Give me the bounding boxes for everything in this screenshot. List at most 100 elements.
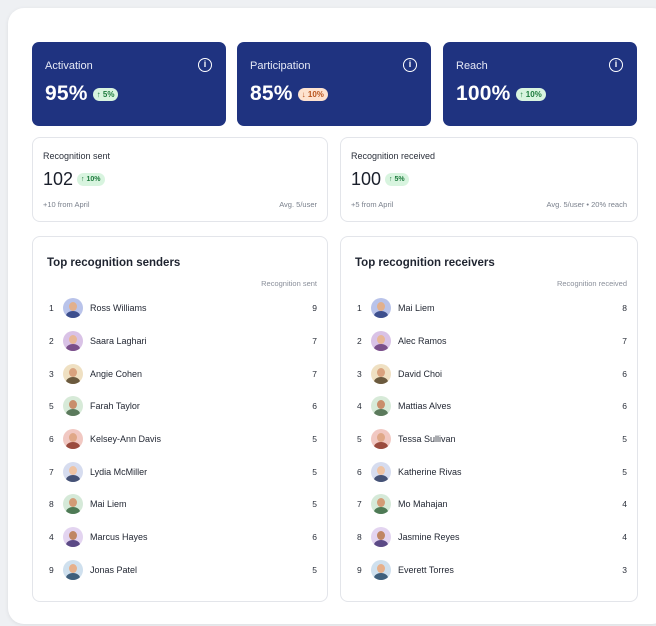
list-item[interactable]: 8 Mai Liem 5	[33, 488, 327, 521]
senders-list: 1 Ross Williams 9 2 Saara Laghari 7 3 Angie Coh…	[33, 292, 327, 586]
list-item[interactable]: 9 Jonas Patel 5	[33, 554, 327, 587]
avatar	[371, 363, 391, 384]
recognition-count: 6	[622, 401, 627, 412]
kpi-card-reach: Reach i 100% ↑ 10%	[443, 42, 637, 126]
stat-comparison: +5 from April	[351, 200, 394, 209]
rank-number: 2	[357, 336, 362, 347]
list-item[interactable]: 2 Alec Ramos 7	[341, 325, 637, 358]
person-name[interactable]: Saara Laghari	[90, 336, 312, 346]
list-item[interactable]: 6 Katherine Rivas 5	[341, 455, 637, 488]
rank-number: 9	[357, 564, 362, 575]
rank-number: 6	[357, 466, 362, 477]
top-receivers-card: Top recognition receivers Recognition re…	[340, 236, 638, 602]
person-name[interactable]: Jonas Patel	[90, 565, 312, 575]
kpi-value: 95%	[45, 82, 88, 105]
recognition-count: 7	[312, 336, 317, 347]
stat-average: Avg. 5/user	[279, 200, 317, 209]
trend-badge: ↑ 5%	[92, 87, 119, 101]
person-name[interactable]: Mai Liem	[398, 303, 622, 313]
list-item[interactable]: 3 Angie Cohen 7	[33, 357, 327, 390]
stat-average: Avg. 5/user • 20% reach	[546, 200, 627, 209]
stat-comparison: +10 from April	[43, 200, 90, 209]
list-item[interactable]: 8 Jasmine Reyes 4	[341, 521, 637, 554]
avatar	[371, 527, 391, 548]
person-name[interactable]: Alec Ramos	[398, 336, 622, 346]
avatar	[371, 429, 391, 450]
avatar	[63, 494, 83, 515]
person-name[interactable]: Everett Torres	[398, 565, 622, 575]
rank-number: 3	[357, 368, 362, 379]
list-item[interactable]: 1 Mai Liem 8	[341, 292, 637, 325]
person-name[interactable]: Mattias Alves	[398, 401, 622, 411]
kpi-value: 100%	[456, 82, 511, 105]
person-name[interactable]: David Choi	[398, 369, 622, 379]
person-name[interactable]: Tessa Sullivan	[398, 434, 622, 444]
person-name[interactable]: Ross Williams	[90, 303, 312, 313]
list-item[interactable]: 9 Everett Torres 3	[341, 554, 637, 587]
kpi-card-participation: Participation i 85% ↓ 10%	[237, 42, 431, 126]
person-name[interactable]: Lydia McMiller	[90, 467, 312, 477]
stat-value: 102	[43, 169, 74, 189]
info-icon[interactable]: i	[403, 58, 417, 72]
person-name[interactable]: Marcus Hayes	[90, 532, 312, 542]
list-title: Top recognition receivers	[355, 257, 495, 269]
recognition-count: 5	[312, 499, 317, 510]
list-item[interactable]: 7 Lydia McMiller 5	[33, 455, 327, 488]
avatar	[371, 461, 391, 482]
top-senders-card: Top recognition senders Recognition sent…	[32, 236, 328, 602]
rank-number: 5	[357, 434, 362, 445]
person-name[interactable]: Mo Mahajan	[398, 499, 622, 509]
rank-number: 2	[49, 336, 54, 347]
avatar	[63, 331, 83, 352]
list-item[interactable]: 2 Saara Laghari 7	[33, 325, 327, 358]
avatar	[63, 363, 83, 384]
rank-number: 7	[357, 499, 362, 510]
avatar	[371, 298, 391, 319]
recognition-count: 4	[622, 499, 627, 510]
recognition-count: 7	[312, 368, 317, 379]
kpi-label: Participation	[250, 60, 311, 72]
list-title: Top recognition senders	[47, 257, 181, 269]
trend-badge: ↑ 10%	[515, 87, 546, 101]
rank-number: 9	[49, 564, 54, 575]
stat-card-recognition-received: Recognition received 100 ↑ 5% +5 from Ap…	[340, 137, 638, 222]
avatar	[63, 396, 83, 417]
rank-number: 8	[49, 499, 54, 510]
recognition-count: 3	[622, 564, 627, 575]
person-name[interactable]: Farah Taylor	[90, 401, 312, 411]
trend-badge: ↑ 5%	[385, 173, 409, 186]
list-item[interactable]: 6 Kelsey-Ann Davis 5	[33, 423, 327, 456]
stat-card-recognition-sent: Recognition sent 102 ↑ 10% +10 from Apri…	[32, 137, 328, 222]
recognition-count: 5	[312, 564, 317, 575]
recognition-count: 5	[312, 466, 317, 477]
rank-number: 4	[357, 401, 362, 412]
list-item[interactable]: 4 Mattias Alves 6	[341, 390, 637, 423]
list-item[interactable]: 4 Marcus Hayes 6	[33, 521, 327, 554]
stat-label: Recognition received	[351, 151, 436, 161]
person-name[interactable]: Angie Cohen	[90, 369, 312, 379]
info-icon[interactable]: i	[609, 58, 623, 72]
recognition-count: 6	[312, 401, 317, 412]
avatar	[371, 331, 391, 352]
recognition-count: 5	[312, 434, 317, 445]
list-item[interactable]: 1 Ross Williams 9	[33, 292, 327, 325]
person-name[interactable]: Kelsey-Ann Davis	[90, 434, 312, 444]
trend-badge: ↓ 10%	[297, 87, 328, 101]
list-item[interactable]: 3 David Choi 6	[341, 357, 637, 390]
column-header: Recognition received	[556, 279, 627, 288]
recognition-count: 7	[622, 336, 627, 347]
avatar	[63, 527, 83, 548]
avatar	[371, 559, 391, 580]
info-icon[interactable]: i	[198, 58, 212, 72]
person-name[interactable]: Katherine Rivas	[398, 467, 622, 477]
rank-number: 1	[49, 303, 54, 314]
rank-number: 7	[49, 466, 54, 477]
list-item[interactable]: 5 Farah Taylor 6	[33, 390, 327, 423]
receivers-list: 1 Mai Liem 8 2 Alec Ramos 7 3 David Choi 6 4 Matti…	[341, 292, 637, 586]
list-item[interactable]: 5 Tessa Sullivan 5	[341, 423, 637, 456]
list-item[interactable]: 7 Mo Mahajan 4	[341, 488, 637, 521]
person-name[interactable]: Mai Liem	[90, 499, 312, 509]
person-name[interactable]: Jasmine Reyes	[398, 532, 622, 542]
rank-number: 5	[49, 401, 54, 412]
rank-number: 8	[357, 532, 362, 543]
